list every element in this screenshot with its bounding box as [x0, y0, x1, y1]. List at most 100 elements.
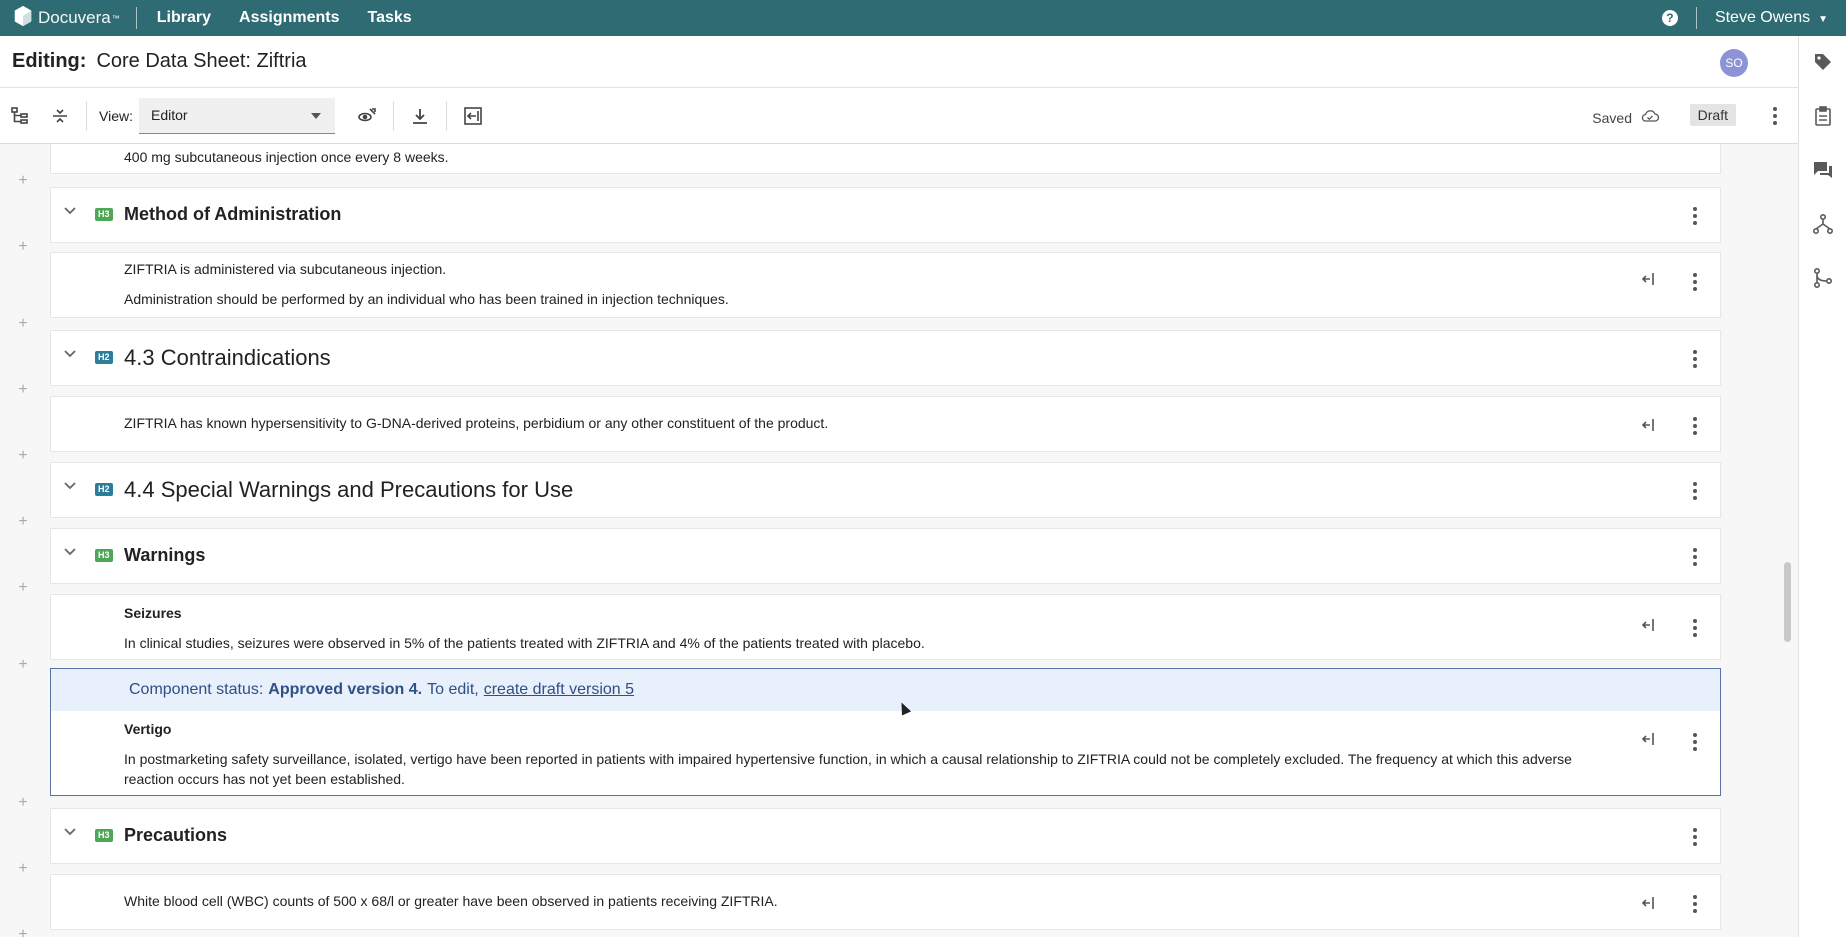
paragraph-wbc: White blood cell (WBC) counts of 500 x 6…	[124, 893, 778, 909]
more-options-icon[interactable]	[1692, 273, 1698, 291]
nav-assignments[interactable]: Assignments	[239, 9, 339, 27]
more-options-icon[interactable]	[1692, 417, 1698, 435]
heading-level-badge: H3	[95, 208, 113, 221]
collapse-all-icon[interactable]	[40, 96, 80, 136]
heading-card-contraindications[interactable]: H2 4.3 Contraindications	[50, 330, 1721, 386]
add-component-icon[interactable]: +	[16, 448, 30, 464]
heading-special-warnings: 4.4 Special Warnings and Precautions for…	[124, 477, 574, 502]
chevron-down-icon[interactable]	[63, 203, 77, 217]
component-status-bar: Component status: Approved version 4. To…	[51, 669, 1720, 711]
avatar[interactable]: SO	[1720, 49, 1748, 77]
chevron-down-icon[interactable]	[63, 824, 77, 838]
heading-method-of-administration: Method of Administration	[124, 204, 342, 224]
reuse-component-icon[interactable]	[1640, 417, 1656, 433]
heading-level-badge: H3	[95, 549, 113, 562]
view-select-value: Editor	[150, 107, 188, 123]
tree-view-icon[interactable]	[0, 96, 40, 136]
nav-tasks[interactable]: Tasks	[367, 9, 411, 27]
insert-component-icon[interactable]	[453, 96, 493, 136]
paragraph-contraindications: ZIFTRIA has known hypersensitivity to G-…	[124, 415, 829, 431]
more-options-icon[interactable]	[1692, 482, 1698, 500]
paragraph-method-2: Administration should be performed by an…	[124, 291, 729, 307]
more-options-icon[interactable]	[1692, 619, 1698, 637]
toolbar-more-icon[interactable]	[1772, 107, 1778, 125]
scrollbar-thumb[interactable]	[1784, 562, 1791, 642]
more-options-icon[interactable]	[1692, 895, 1698, 913]
comments-icon[interactable]	[1811, 158, 1835, 182]
nav-library[interactable]: Library	[157, 9, 211, 27]
right-icon-rail	[1798, 36, 1846, 937]
add-component-icon[interactable]: +	[16, 861, 30, 877]
preview-link-icon[interactable]	[347, 96, 387, 136]
document-content: 400 mg subcutaneous injection once every…	[0, 144, 1798, 937]
more-options-icon[interactable]	[1692, 350, 1698, 368]
component-card-method[interactable]: ZIFTRIA is administered via subcutaneous…	[50, 252, 1721, 318]
heading-card-method[interactable]: H3 Method of Administration	[50, 187, 1721, 243]
reuse-component-icon[interactable]	[1640, 617, 1656, 633]
paragraph-seizures: In clinical studies, seizures were obser…	[124, 635, 925, 651]
heading-level-badge: H2	[95, 483, 113, 496]
toolbar-divider	[392, 100, 394, 131]
add-component-icon[interactable]: +	[16, 795, 30, 811]
add-component-icon[interactable]: +	[16, 657, 30, 673]
dropdown-arrow-icon	[310, 112, 321, 119]
component-card-contraindications[interactable]: ZIFTRIA has known hypersensitivity to G-…	[50, 396, 1721, 452]
heading-precautions: Precautions	[124, 825, 228, 845]
branch-icon[interactable]	[1811, 266, 1835, 290]
heading-level-badge: H2	[95, 351, 113, 364]
status-value: Approved version 4.	[268, 681, 423, 698]
reuse-component-icon[interactable]	[1640, 271, 1656, 287]
component-card-wbc[interactable]: White blood cell (WBC) counts of 500 x 6…	[50, 874, 1721, 930]
add-component-icon[interactable]: +	[16, 239, 30, 255]
workflow-icon[interactable]	[1811, 212, 1835, 236]
more-options-icon[interactable]	[1692, 828, 1698, 846]
chevron-down-icon[interactable]	[63, 478, 77, 492]
component-card-seizures[interactable]: Seizures In clinical studies, seizures w…	[50, 594, 1721, 660]
add-component-icon[interactable]: +	[16, 514, 30, 530]
caret-down-icon: ▼	[1818, 14, 1828, 25]
add-component-icon[interactable]: +	[16, 316, 30, 332]
paragraph-title-vertigo: Vertigo	[124, 721, 172, 737]
document-title: Core Data Sheet: Ziftria	[96, 50, 307, 72]
status-instruction: To edit,	[427, 681, 479, 698]
add-component-icon[interactable]: +	[16, 927, 30, 937]
heading-contraindications: 4.3 Contraindications	[124, 345, 331, 370]
paragraph-vertigo: In postmarketing safety surveillance, is…	[124, 751, 1572, 787]
draft-badge: Draft	[1689, 104, 1736, 126]
toolbar-divider	[445, 100, 447, 131]
brand[interactable]: Docuvera ™	[12, 0, 120, 36]
user-menu[interactable]: Steve Owens ▼	[1715, 9, 1828, 27]
status-prefix: Component status:	[129, 681, 264, 698]
heading-card-special-warnings[interactable]: H2 4.4 Special Warnings and Precautions …	[50, 462, 1721, 518]
chevron-down-icon[interactable]	[63, 544, 77, 558]
tag-icon[interactable]	[1811, 50, 1835, 74]
brand-name: Docuvera	[38, 8, 111, 27]
user-divider	[1695, 7, 1697, 29]
reuse-component-icon[interactable]	[1640, 895, 1656, 911]
reuse-component-icon[interactable]	[1640, 731, 1656, 747]
create-draft-link[interactable]: create draft version 5	[484, 681, 634, 699]
view-select[interactable]: Editor	[138, 97, 335, 134]
more-options-icon[interactable]	[1692, 548, 1698, 566]
heading-card-precautions[interactable]: H3 Precautions	[50, 808, 1721, 864]
brand-trademark: ™	[111, 13, 120, 23]
heading-card-warnings[interactable]: H3 Warnings	[50, 528, 1721, 584]
add-component-icon[interactable]: +	[16, 173, 30, 189]
nav-divider	[135, 7, 137, 29]
chevron-down-icon[interactable]	[63, 346, 77, 360]
user-name: Steve Owens	[1714, 9, 1811, 26]
download-icon[interactable]	[400, 96, 440, 136]
component-card-vertigo[interactable]: Component status: Approved version 4. To…	[50, 668, 1721, 796]
editor-toolbar: View: Editor Saved Draft	[0, 88, 1798, 144]
top-navigation-bar: Docuvera ™ Library Assignments Tasks ? S…	[0, 0, 1846, 36]
add-component-icon[interactable]: +	[16, 580, 30, 596]
clipboard-icon[interactable]	[1811, 104, 1835, 128]
more-options-icon[interactable]	[1692, 207, 1698, 225]
paragraph-title-seizures: Seizures	[124, 605, 182, 621]
add-component-icon[interactable]: +	[16, 382, 30, 398]
hexagon-logo-icon	[12, 5, 34, 32]
help-icon[interactable]: ?	[1661, 10, 1678, 26]
component-card-dosage[interactable]: 400 mg subcutaneous injection once every…	[50, 144, 1721, 174]
paragraph-method-1: ZIFTRIA is administered via subcutaneous…	[124, 261, 447, 277]
more-options-icon[interactable]	[1692, 733, 1698, 751]
